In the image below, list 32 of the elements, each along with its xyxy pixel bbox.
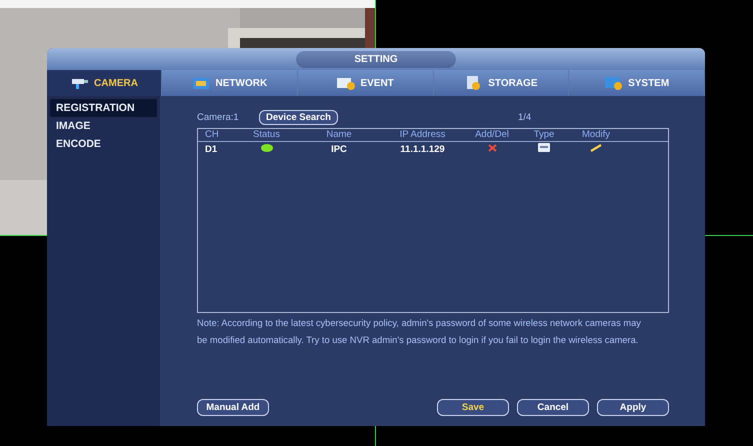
- camera-label: Camera:1: [197, 112, 240, 122]
- pencil-icon[interactable]: [590, 144, 602, 152]
- table-cell-text: IPC: [330, 144, 348, 154]
- dialog-button[interactable]: Apply: [597, 399, 669, 416]
- column-header: CH: [205, 129, 220, 141]
- tab[interactable]: NETWORK: [162, 70, 298, 96]
- dialog-button[interactable]: Cancel: [517, 399, 589, 416]
- table-cell-text: D1: [205, 144, 218, 154]
- column-header: Modify: [581, 129, 611, 141]
- sidebar-item[interactable]: ENCODE: [50, 135, 157, 153]
- sidebar-item[interactable]: IMAGE: [50, 117, 157, 135]
- page-indicator: 1/4: [518, 112, 532, 122]
- tab[interactable]: SYSTEM: [569, 70, 705, 96]
- sidebar-item[interactable]: REGISTRATION: [50, 99, 157, 117]
- monitor-icon: [538, 143, 550, 152]
- tab[interactable]: CAMERA: [47, 70, 162, 96]
- network-icon: [192, 76, 212, 90]
- column-header: Add/Del: [474, 129, 510, 141]
- note-text: Note: According to the latest cybersecurity policy, admin's password of some wireless network cameras may be modified automatically. Try to use NVR admin's password to login if you fail to login the wireless camera.: [197, 317, 642, 347]
- window-title: SETTING: [296, 50, 456, 68]
- tab[interactable]: STORAGE: [434, 70, 570, 96]
- column-header: Type: [532, 129, 556, 141]
- manual-add-button[interactable]: Manual Add: [197, 399, 269, 416]
- camera-icon: [70, 76, 90, 90]
- table-cell-text: 11.1.1.129: [399, 144, 446, 154]
- dialog-button[interactable]: Save: [437, 399, 509, 416]
- delete-icon[interactable]: [488, 144, 496, 152]
- tab[interactable]: EVENT: [298, 70, 434, 96]
- column-header: Status: [252, 129, 281, 141]
- device-search-button[interactable]: Device Search: [259, 110, 338, 124]
- column-header: Name: [325, 129, 353, 141]
- column-header: IP Address: [398, 129, 446, 141]
